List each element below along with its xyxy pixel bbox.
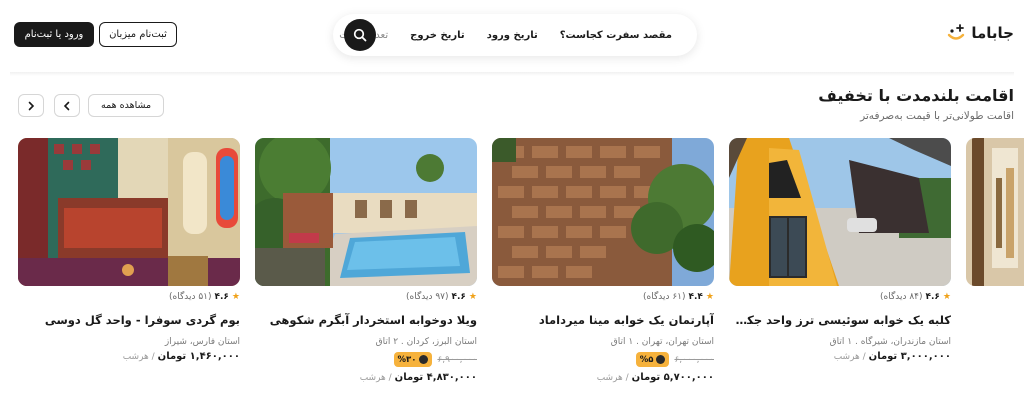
listing-card[interactable]: ★ ۴.۶ (۹۷ دیدگاه) ویلا دوخوابه استخردار … (255, 138, 477, 388)
listing-price-row: ۴,۸۳۰,۰۰۰ تومان / هرشب (360, 372, 477, 383)
listing-rating: ★ ۴.۶ (۸۴ دیدگاه) (880, 292, 951, 302)
destination-field[interactable]: مقصد سفرت کجاست؟ (549, 30, 683, 41)
listing-price: ۴,۸۳۰,۰۰۰ تومان (394, 372, 477, 383)
section-subtitle: اقامت طولانی‌تر با قیمت به‌صرفه‌تر (860, 110, 1014, 122)
view-all-button[interactable]: مشاهده همه (88, 94, 164, 117)
chevron-left-icon (63, 101, 70, 110)
discount-row: ۶,۰۰۰,۰۰۰ %۵ (635, 352, 714, 367)
discount-percent: %۳۰ (397, 354, 417, 365)
listing-title[interactable]: کلبه یک خوابه سوئیسی ترز واحد جکوزی دار.… (729, 313, 951, 327)
listing-title[interactable]: ویلا دوخوابه استخردار آبگرم شکوهی (255, 313, 477, 327)
search-bar[interactable]: مقصد سفرت کجاست؟ تاریخ ورود تاریخ خروج ت… (333, 14, 697, 56)
discount-row: ۶,۹۰۰,۰۰۰ %۳۰ (393, 352, 477, 367)
rating-score: ۴.۴ (688, 292, 703, 302)
carousel-next-button[interactable] (54, 94, 80, 117)
per-night-label: / هرشب (833, 352, 866, 362)
review-count: (۹۷ دیدگاه) (405, 292, 449, 302)
checkin-field[interactable]: تاریخ ورود (476, 30, 549, 41)
listing-location: استان مازندران، شیرگاه . ۱ اتاق (829, 337, 951, 347)
listing-rating: ★ ۴.۶ (۹۷ دیدگاه) (406, 292, 477, 302)
rating-score: ۴.۶ (451, 292, 466, 302)
logo-text: جاباما (971, 24, 1014, 42)
header-divider (10, 72, 1014, 76)
rating-score: ۴.۶ (925, 292, 940, 302)
listing-location: استان البرز، کردان . ۲ اتاق (375, 337, 477, 347)
listing-image[interactable] (492, 138, 714, 286)
review-count: (۸۴ دیدگاه) (879, 292, 923, 302)
listing-price: ۳,۰۰۰,۰۰۰ تومان (868, 351, 951, 362)
discount-icon (656, 355, 666, 364)
listing-location: استان تهران، تهران . ۱ اتاق (610, 337, 714, 347)
carousel-prev-button[interactable] (18, 94, 44, 117)
discount-badge: %۳۰ (393, 352, 433, 367)
review-count: (۶۱ دیدگاه) (642, 292, 686, 302)
discount-badge: %۵ (635, 352, 670, 367)
per-night-label: / هرشب (122, 352, 155, 362)
search-icon (353, 28, 367, 42)
rating-score: ۴.۶ (214, 292, 229, 302)
site-header: جاباما مقصد سفرت کجاست؟ تاریخ ورود تاریخ… (0, 0, 1024, 72)
listing-title[interactable]: آپارتمان یک خوابه مینا میرداماد (492, 313, 714, 327)
login-button[interactable]: ورود یا ثبت‌نام (14, 22, 94, 47)
discount-percent: %۵ (639, 354, 654, 365)
listing-rating: ★ ۴.۴ (۶۱ دیدگاه) (643, 292, 714, 302)
original-price: ۶,۰۰۰,۰۰۰ (674, 354, 714, 365)
listing-location: استان فارس، شیراز (164, 337, 240, 347)
listing-rating: ★ ۴.۶ (۵۱ دیدگاه) (169, 292, 240, 302)
listing-image-peek[interactable] (966, 138, 1024, 286)
host-signup-button[interactable]: ثبت‌نام میزبان (99, 22, 177, 47)
listing-price: ۱,۴۶۰,۰۰۰ تومان (157, 351, 240, 362)
star-icon: ★ (468, 292, 477, 302)
jabama-logo[interactable]: جاباما (945, 22, 1014, 44)
listing-price: ۵,۷۰۰,۰۰۰ تومان (631, 372, 714, 383)
listing-image[interactable] (729, 138, 951, 286)
per-night-label: / هرشب (359, 373, 392, 383)
star-icon: ★ (231, 292, 240, 302)
listing-price-row: ۳,۰۰۰,۰۰۰ تومان / هرشب (834, 351, 951, 362)
section-title: اقامت بلندمدت با تخفیف (818, 86, 1014, 105)
listing-price-row: ۵,۷۰۰,۰۰۰ تومان / هرشب (597, 372, 714, 383)
listing-title[interactable]: بوم گردی سوفرا - واحد گل دوسی (18, 313, 240, 327)
original-price: ۶,۹۰۰,۰۰۰ (437, 354, 477, 365)
listing-image[interactable] (18, 138, 240, 286)
per-night-label: / هرشب (596, 373, 629, 383)
checkout-field[interactable]: تاریخ خروج (399, 30, 476, 41)
star-icon: ★ (705, 292, 714, 302)
listing-price-row: ۱,۴۶۰,۰۰۰ تومان / هرشب (123, 351, 240, 362)
listing-card[interactable]: ★ ۴.۶ (۵۱ دیدگاه) بوم گردی سوفرا - واحد … (18, 138, 240, 388)
listing-card[interactable]: ★ ۴.۶ (۸۴ دیدگاه) کلبه یک خوابه سوئیسی ت… (729, 138, 951, 388)
discount-icon (419, 355, 429, 364)
listing-card[interactable]: ★ ۴.۴ (۶۱ دیدگاه) آپارتمان یک خوابه مینا… (492, 138, 714, 388)
chevron-right-icon (28, 101, 35, 110)
review-count: (۵۱ دیدگاه) (168, 292, 212, 302)
search-button[interactable] (344, 19, 376, 51)
listing-image[interactable] (255, 138, 477, 286)
logo-smile-icon (945, 22, 967, 44)
star-icon: ★ (942, 292, 951, 302)
